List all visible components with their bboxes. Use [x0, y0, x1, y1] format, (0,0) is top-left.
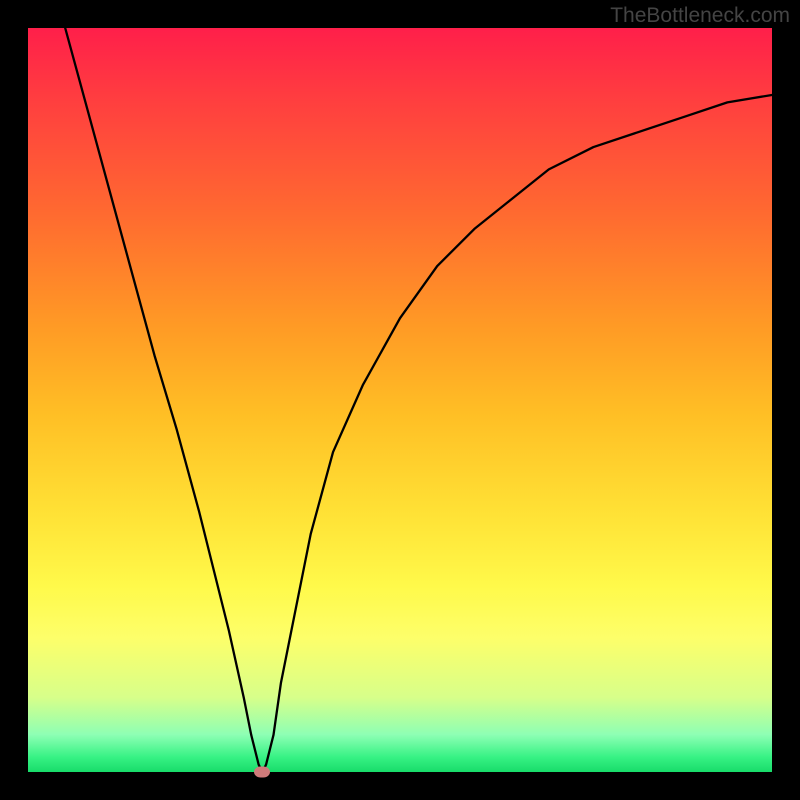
chart-container: TheBottleneck.com — [0, 0, 800, 800]
gradient-plot-area — [28, 28, 772, 772]
optimal-point-marker — [254, 767, 270, 778]
attribution-text: TheBottleneck.com — [610, 4, 790, 28]
